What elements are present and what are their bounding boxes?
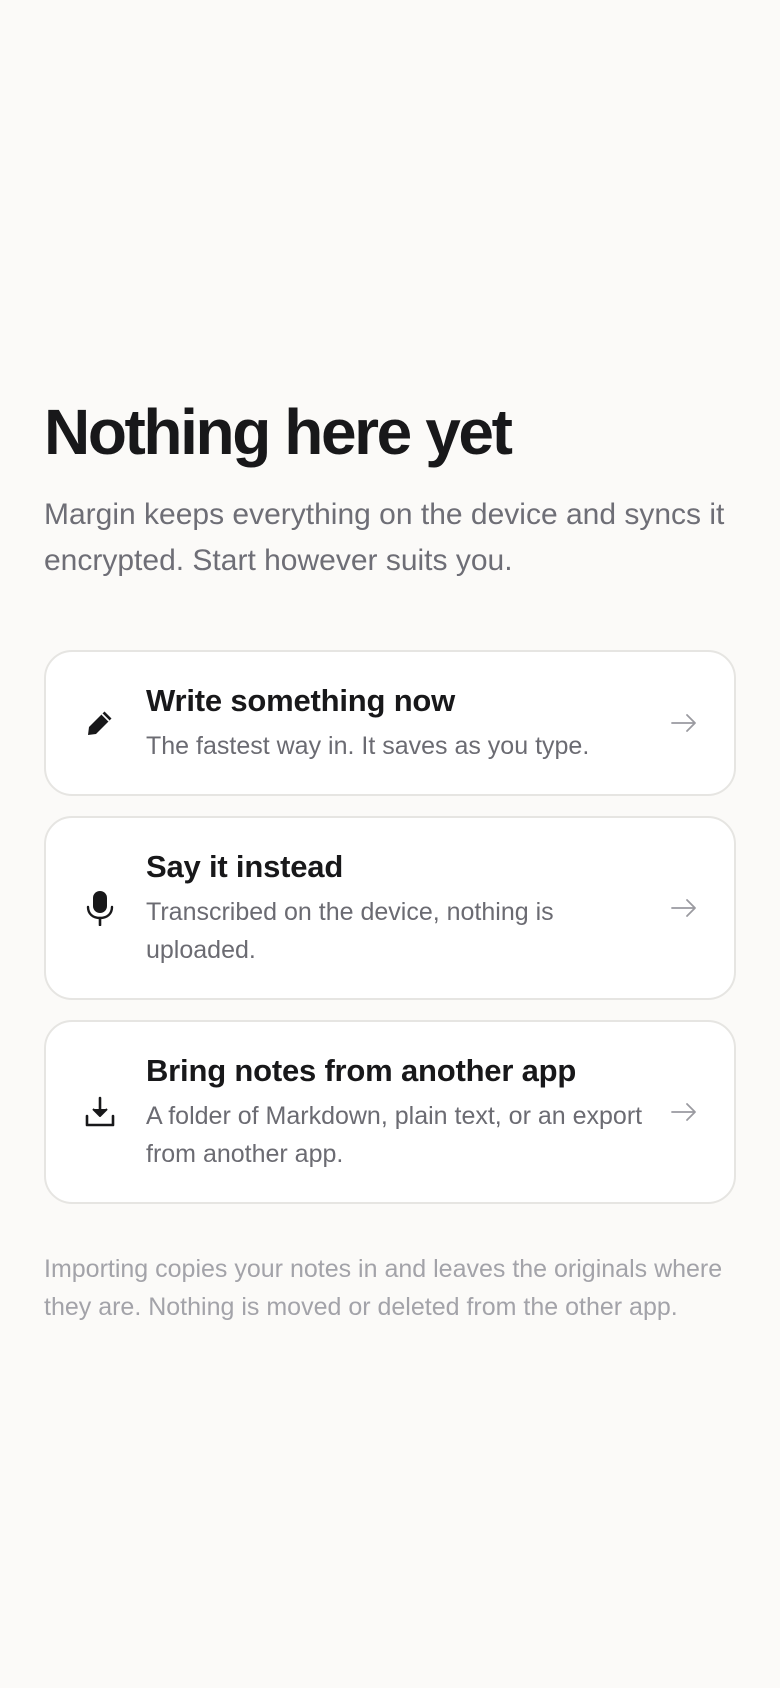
- download-icon: [82, 1094, 118, 1130]
- option-description: The fastest way in. It saves as you type…: [146, 732, 590, 760]
- start-options: Write something now The fastest way in. …: [44, 650, 736, 1204]
- page-subtitle: Margin keeps everything on the device an…: [44, 498, 725, 577]
- microphone-icon: [82, 890, 118, 926]
- option-title: Bring notes from another app: [146, 1053, 577, 1088]
- import-option-card[interactable]: Bring notes from another app A folder of…: [44, 1020, 736, 1204]
- arrow-right-icon: [670, 1098, 698, 1126]
- option-description: Transcribed on the device, nothing is up…: [146, 898, 554, 964]
- import-footnote: Importing copies your notes in and leave…: [44, 1255, 723, 1321]
- option-title: Say it instead: [146, 849, 344, 884]
- dictate-option-card[interactable]: Say it instead Transcribed on the device…: [44, 816, 736, 1000]
- arrow-right-icon: [670, 709, 698, 737]
- empty-state: Nothing here yet Margin keeps everything…: [44, 396, 736, 1326]
- pencil-icon: [82, 705, 118, 741]
- arrow-right-icon: [670, 894, 698, 922]
- option-title: Write something now: [146, 683, 456, 718]
- option-description: A folder of Markdown, plain text, or an …: [146, 1102, 643, 1168]
- page-title: Nothing here yet: [44, 396, 513, 468]
- write-option-card[interactable]: Write something now The fastest way in. …: [44, 650, 736, 796]
